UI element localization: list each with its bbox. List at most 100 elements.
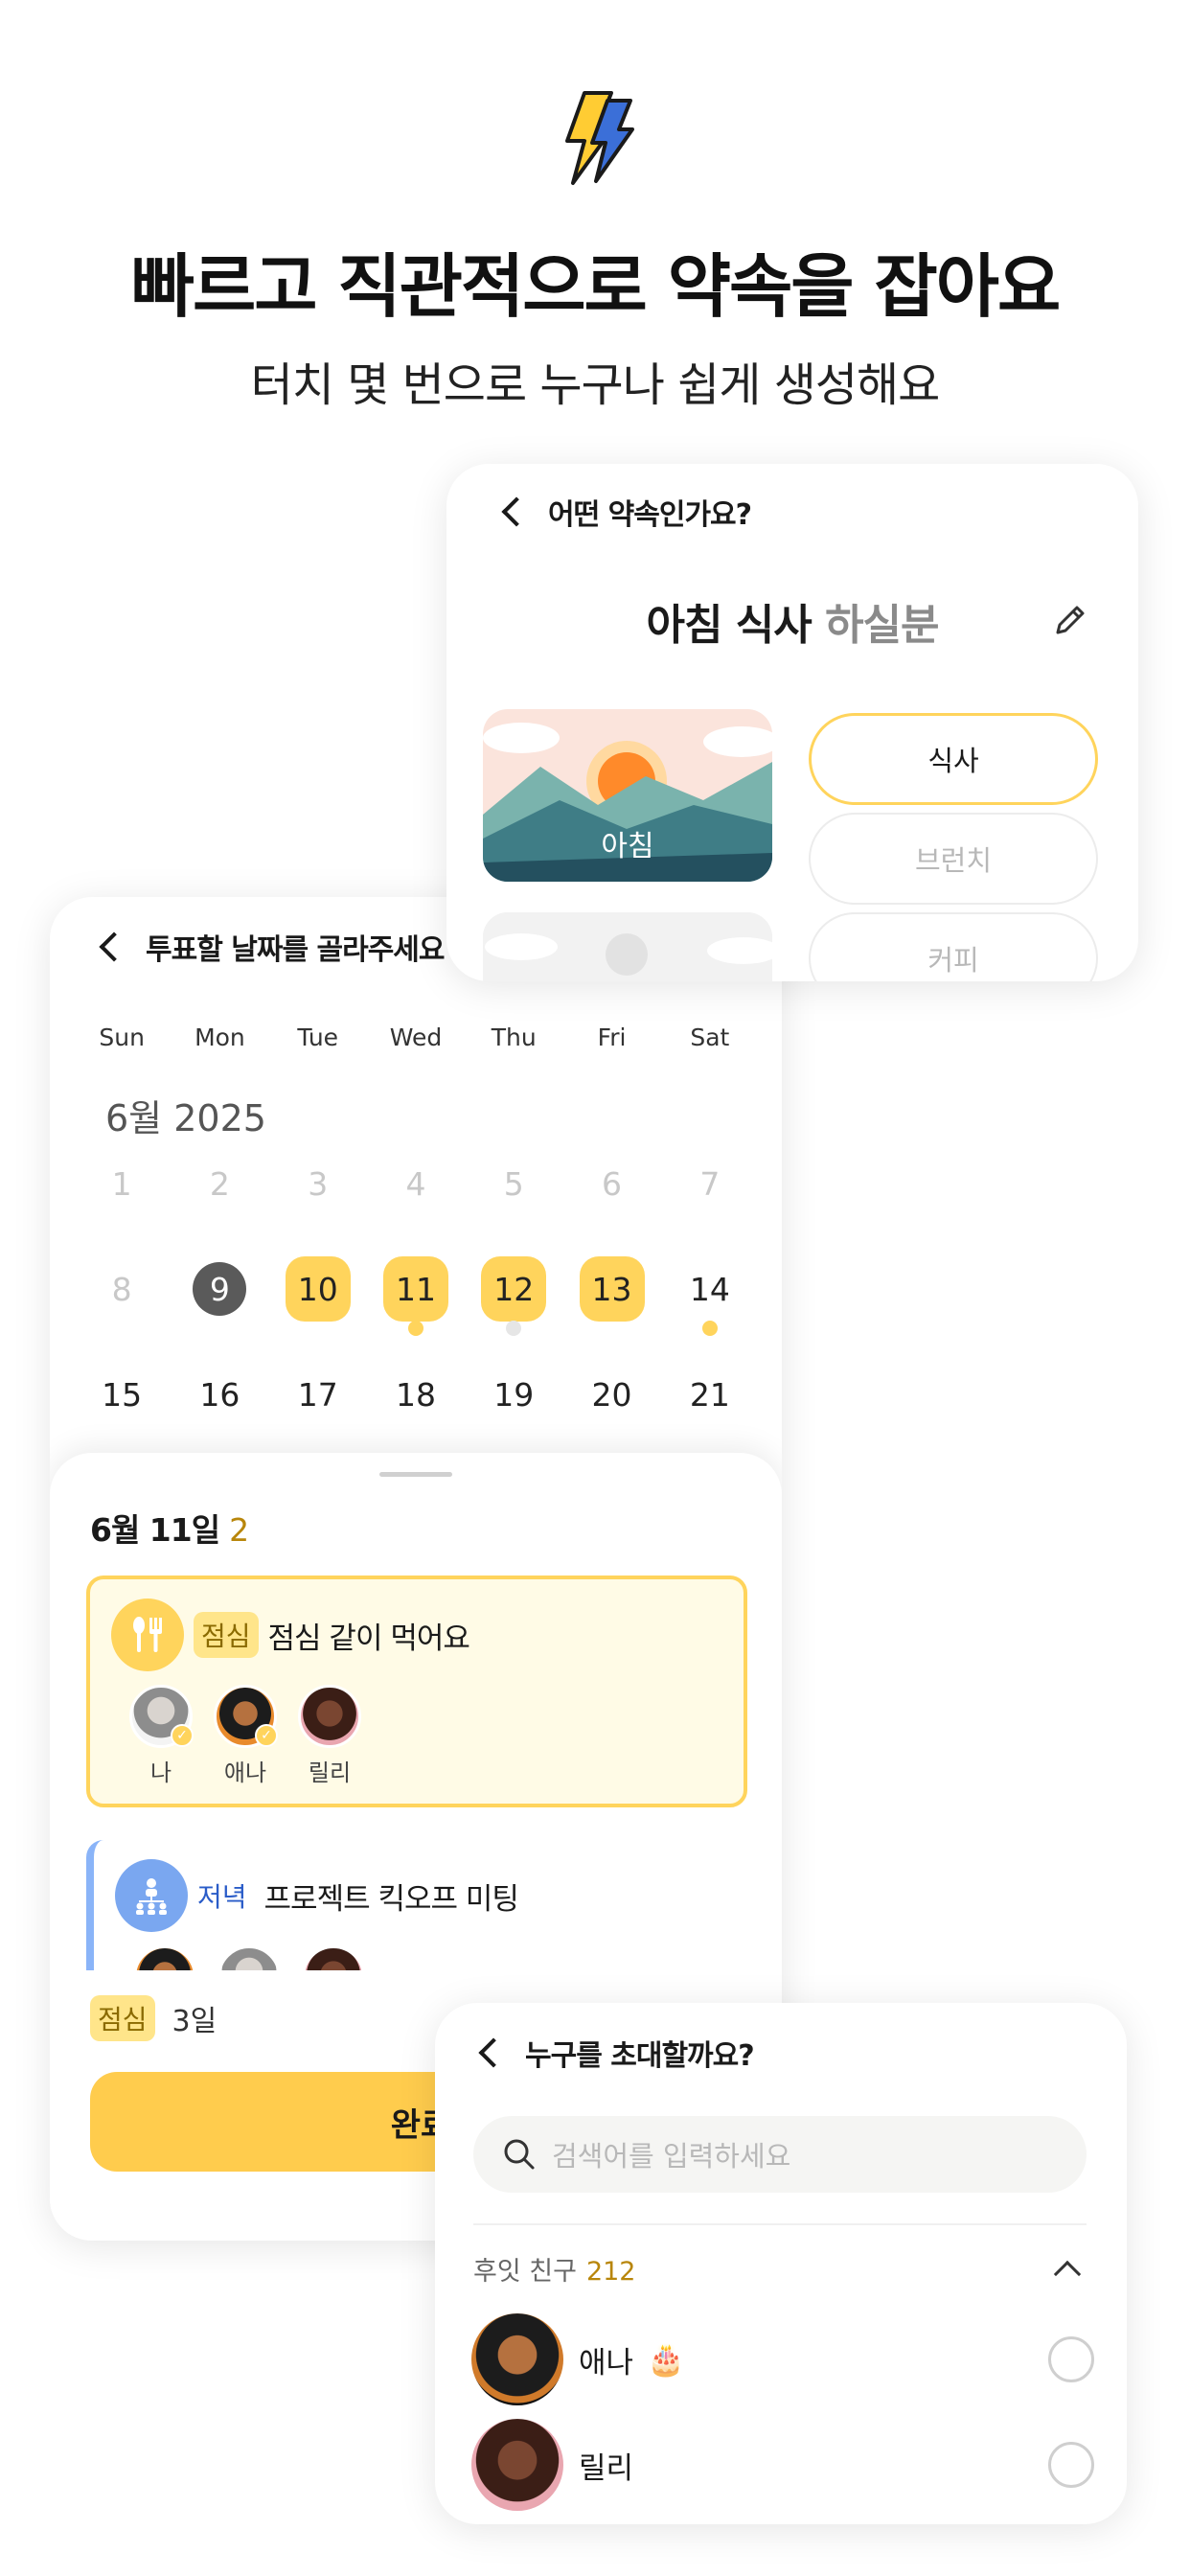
- chevron-left-icon[interactable]: [478, 2037, 509, 2068]
- calendar-day: 7: [699, 1164, 721, 1203]
- appointment-type-card: 어떤 약속인가요? 아침 식사 하실분 아침 식사 브런치 커피: [446, 464, 1138, 981]
- search-input[interactable]: 검색어를 입력하세요: [473, 2116, 1087, 2193]
- weekday-label: Tue: [297, 1024, 339, 1051]
- calendar-day-selected[interactable]: 11: [367, 1236, 465, 1342]
- check-icon: ✓: [171, 1724, 194, 1747]
- friends-label: 후잇 친구 212: [473, 2257, 636, 2287]
- participant-name: 릴리: [308, 1760, 352, 1786]
- calendar-day: 3: [308, 1164, 329, 1203]
- weekday-label: Sun: [99, 1024, 145, 1051]
- calendar-week: 15 16 17 18 19 20 21: [73, 1342, 759, 1447]
- calendar-day: 4: [405, 1164, 426, 1203]
- participant-name: 애나: [223, 1760, 267, 1786]
- event-dot: [506, 1321, 522, 1336]
- option-brunch[interactable]: 브런치: [809, 813, 1098, 905]
- avatar: ✓: [214, 1685, 278, 1748]
- appointment-title-text: 아침 식사: [646, 601, 812, 650]
- calendar-day[interactable]: 17: [269, 1342, 367, 1447]
- calendar-day[interactable]: 14: [661, 1236, 759, 1342]
- calendar-week: 8 9 10 11 12 13 14: [73, 1236, 759, 1342]
- avatar: [298, 1685, 361, 1748]
- avatar: [471, 2313, 563, 2405]
- friend-item[interactable]: 애나 🎂: [471, 2313, 1094, 2405]
- friends-count: 212: [585, 2257, 636, 2287]
- weekday-label: Wed: [389, 1024, 443, 1051]
- lightning-bolt-icon: [565, 91, 634, 185]
- calendar-day[interactable]: 21: [661, 1342, 759, 1447]
- event-dot: [407, 1321, 423, 1336]
- event-title: 프로젝트 킥오프 미팅: [263, 1881, 519, 1917]
- friend-name: 릴리: [579, 2450, 634, 2486]
- event-card-lunch[interactable]: 점심 점심 같이 먹어요 ✓ 나 ✓ 애나 릴리: [86, 1576, 747, 1807]
- calendar-day[interactable]: 19: [465, 1342, 562, 1447]
- invite-card: 누구를 초대할까요? 검색어를 입력하세요 후잇 친구 212 애나 🎂 릴리: [435, 2003, 1127, 2524]
- invite-nav: 누구를 초대할까요?: [478, 2032, 755, 2074]
- event-dot: [701, 1321, 718, 1336]
- participant: 릴리: [287, 1685, 372, 1787]
- chevron-up-icon[interactable]: [1053, 2260, 1082, 2288]
- option-coffee[interactable]: 커피: [809, 912, 1098, 981]
- calendar-day-selected[interactable]: 10: [269, 1236, 367, 1342]
- appointment-title-suffix: 하실분: [825, 601, 939, 650]
- invite-nav-title: 누구를 초대할까요?: [525, 2039, 755, 2073]
- friend-item[interactable]: 릴리: [471, 2419, 1094, 2511]
- morning-thumbnail[interactable]: 아침: [483, 709, 772, 882]
- calendar-day[interactable]: 20: [562, 1342, 660, 1447]
- fork-spoon-icon: [111, 1598, 184, 1671]
- select-radio[interactable]: [1048, 2336, 1094, 2382]
- calendar-day: 8: [111, 1270, 132, 1308]
- calendar-day: 1: [111, 1164, 132, 1203]
- birthday-cake-icon: 🎂: [647, 2341, 685, 2378]
- sheet-date: 6월 11일 2: [90, 1505, 249, 1551]
- calendar-day-selected[interactable]: 13: [562, 1236, 660, 1342]
- friends-section-header[interactable]: 후잇 친구 212: [473, 2250, 1087, 2288]
- search-icon: [504, 2139, 535, 2170]
- friend-name: 애나: [579, 2345, 634, 2380]
- thumbnail[interactable]: [483, 912, 772, 981]
- avatar: [471, 2419, 563, 2511]
- calendar-day[interactable]: 16: [171, 1342, 268, 1447]
- calendar-nav: 투표할 날짜를 골라주세요: [99, 926, 445, 968]
- select-radio[interactable]: [1048, 2442, 1094, 2488]
- weekday-header: Sun Mon Tue Wed Thu Fri Sat: [73, 1024, 759, 1051]
- event-title: 점심 같이 먹어요: [267, 1621, 470, 1656]
- group-icon: [115, 1859, 188, 1932]
- participant: ✓ 애나: [203, 1685, 287, 1787]
- calendar-day: 6: [602, 1164, 623, 1203]
- pencil-icon[interactable]: [1050, 602, 1088, 640]
- type-nav: 어떤 약속인가요?: [501, 491, 752, 533]
- appointment-title[interactable]: 아침 식사 하실분: [446, 590, 1138, 652]
- thumbnail-label: 아침: [601, 830, 654, 863]
- headline: 빠르고 직관적으로 약속을 잡아요: [130, 246, 1062, 327]
- divider: [473, 2223, 1087, 2225]
- footer-tag: 점심: [90, 1995, 155, 2041]
- event-tag: 점심: [194, 1612, 259, 1658]
- calendar-day[interactable]: 18: [367, 1342, 465, 1447]
- chevron-left-icon[interactable]: [99, 932, 129, 962]
- footer-days: 3일: [172, 2005, 217, 2038]
- weekday-label: Mon: [195, 1024, 245, 1051]
- check-icon: ✓: [255, 1724, 278, 1747]
- chevron-left-icon[interactable]: [501, 496, 532, 527]
- sheet-handle[interactable]: [379, 1472, 452, 1477]
- calendar-nav-title: 투표할 날짜를 골라주세요: [146, 933, 445, 967]
- participant-list: ✓ 나 ✓ 애나 릴리: [119, 1685, 372, 1787]
- event-tag: 저녁: [197, 1881, 247, 1913]
- subline: 터치 몇 번으로 누구나 쉽게 생성해요: [250, 358, 941, 412]
- weekday-label: Thu: [491, 1024, 537, 1051]
- calendar-day-selected[interactable]: 12: [465, 1236, 562, 1342]
- sheet-date-label: 6월 11일: [90, 1511, 220, 1549]
- type-nav-title: 어떤 약속인가요?: [548, 498, 752, 532]
- participant-name: 나: [149, 1760, 172, 1786]
- avatar: ✓: [129, 1685, 194, 1748]
- search-placeholder: 검색어를 입력하세요: [552, 2140, 791, 2173]
- calendar-day: 2: [209, 1164, 230, 1203]
- calendar-week: 1 2 3 4 5 6 7: [73, 1131, 759, 1236]
- calendar-day: 5: [503, 1164, 524, 1203]
- calendar-grid: 1 2 3 4 5 6 7 8 9 10 11 12 13 14 15 16 1…: [73, 1131, 759, 1447]
- sheet-event-count: 2: [229, 1511, 249, 1549]
- participant: ✓ 나: [119, 1685, 203, 1787]
- option-meal[interactable]: 식사: [809, 713, 1098, 805]
- calendar-day-today[interactable]: 9: [171, 1236, 268, 1342]
- calendar-day[interactable]: 15: [73, 1342, 171, 1447]
